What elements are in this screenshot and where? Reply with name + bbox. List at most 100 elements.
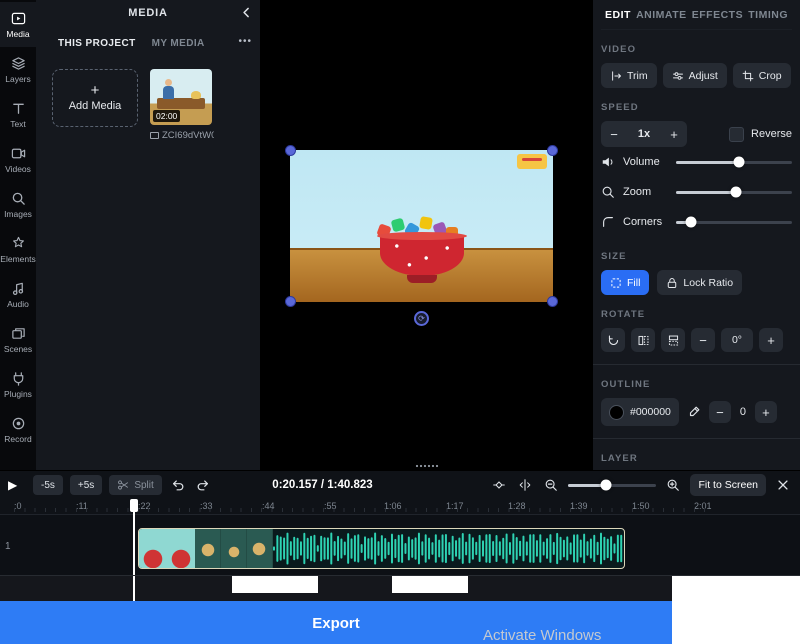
tab-animate[interactable]: ANIMATE bbox=[636, 9, 687, 21]
speed-decrease-button[interactable]: − bbox=[601, 127, 627, 142]
resize-handle-top-right[interactable] bbox=[547, 145, 558, 156]
timeline: ▶ -5s +5s Split 0:20.157 / 1:40.823 Fit … bbox=[0, 470, 800, 575]
add-media-button[interactable]: + Add Media bbox=[52, 69, 138, 127]
flip-vertical-button[interactable] bbox=[661, 328, 685, 352]
size-row: Fill Lock Ratio bbox=[601, 270, 792, 295]
media-item-card[interactable]: 02:00 ZCI69dVtW0E (... bbox=[150, 69, 214, 141]
color-swatch bbox=[609, 405, 624, 420]
clip-waveform bbox=[273, 529, 624, 568]
ruler-label: :0 bbox=[14, 501, 22, 511]
tab-edit[interactable]: EDIT bbox=[605, 9, 631, 21]
play-button[interactable]: ▶ bbox=[8, 478, 26, 492]
bottom-bar: Export Activate Windows bbox=[0, 575, 800, 644]
outline-decrease-button[interactable]: − bbox=[709, 401, 731, 423]
timeline-ruler[interactable]: :0 :11 :22 :33 :44 :55 1:06 1:17 1:28 1:… bbox=[0, 499, 800, 515]
playhead[interactable] bbox=[133, 499, 135, 575]
rotate-angle-value[interactable]: 0° bbox=[721, 328, 753, 352]
ruler-label: :44 bbox=[262, 501, 275, 511]
fit-to-screen-button[interactable]: Fit to Screen bbox=[690, 474, 766, 496]
export-button[interactable]: Export bbox=[0, 601, 672, 644]
lock-ratio-button[interactable]: Lock Ratio bbox=[657, 270, 742, 295]
volume-slider[interactable] bbox=[676, 161, 792, 164]
timeline-track[interactable]: 1 bbox=[0, 515, 800, 575]
reverse-toggle[interactable]: Reverse bbox=[729, 127, 792, 142]
sidebar-item-label: Videos bbox=[5, 164, 31, 174]
media-filename: ZCI69dVtW0E (... bbox=[162, 130, 214, 141]
undo-icon bbox=[171, 478, 185, 492]
outline-color-button[interactable]: #000000 bbox=[601, 398, 679, 426]
media-thumbnail[interactable]: 02:00 bbox=[150, 69, 212, 125]
ruler-label: :33 bbox=[200, 501, 213, 511]
more-options-button[interactable]: ••• bbox=[238, 36, 252, 47]
outline-increase-button[interactable]: + bbox=[755, 401, 777, 423]
tab-effects[interactable]: EFFECTS bbox=[692, 9, 743, 21]
video-clip[interactable] bbox=[138, 528, 625, 569]
sidebar-item-record[interactable]: Record bbox=[0, 407, 36, 452]
sidebar-item-images[interactable]: Images bbox=[0, 182, 36, 227]
sidebar-item-elements[interactable]: Elements bbox=[0, 227, 36, 272]
resize-handle-bottom-left[interactable] bbox=[285, 296, 296, 307]
sidebar-item-audio[interactable]: Audio bbox=[0, 272, 36, 317]
back-5s-button[interactable]: -5s bbox=[33, 475, 63, 495]
corners-slider[interactable] bbox=[676, 221, 792, 224]
sidebar-item-videos[interactable]: Videos bbox=[0, 137, 36, 182]
sidebar-item-plugins[interactable]: Plugins bbox=[0, 362, 36, 407]
close-timeline-button[interactable] bbox=[774, 476, 792, 494]
reverse-checkbox[interactable] bbox=[729, 127, 744, 142]
rotate-handle[interactable]: ⟳ bbox=[414, 311, 429, 326]
trim-button[interactable]: Trim bbox=[601, 63, 657, 88]
sidebar-item-layers[interactable]: Layers bbox=[0, 47, 36, 92]
keyframe-icon-button[interactable] bbox=[490, 476, 508, 494]
ruler-label: :22 bbox=[138, 501, 151, 511]
speaker-icon bbox=[601, 155, 616, 169]
clip-icon bbox=[150, 132, 159, 139]
rotate-90-button[interactable] bbox=[601, 328, 625, 352]
zoom-slider[interactable] bbox=[676, 191, 792, 194]
sidebar-item-scenes[interactable]: Scenes bbox=[0, 317, 36, 362]
panel-resize-handle[interactable] bbox=[415, 464, 439, 468]
zoom-out-button[interactable] bbox=[542, 476, 560, 494]
sidebar-item-text[interactable]: Text bbox=[0, 92, 36, 137]
tool-rail: Media Layers Text Videos Images Elements bbox=[0, 0, 36, 470]
rotate-decrease-button[interactable]: − bbox=[691, 328, 715, 352]
video-watermark-logo bbox=[517, 154, 547, 169]
layers-icon bbox=[11, 56, 26, 71]
sidebar-item-label: Media bbox=[6, 29, 29, 39]
resize-handle-bottom-right[interactable] bbox=[547, 296, 558, 307]
redo-icon bbox=[196, 478, 210, 492]
keyframe-icon bbox=[492, 478, 506, 492]
sidebar-item-label: Layers bbox=[5, 74, 31, 84]
timeline-right-controls: Fit to Screen bbox=[490, 474, 792, 496]
resize-handle-top-left[interactable] bbox=[285, 145, 296, 156]
workspace: Media Layers Text Videos Images Elements bbox=[0, 0, 800, 470]
selected-video-layer[interactable] bbox=[290, 150, 553, 302]
flip-horizontal-button[interactable] bbox=[631, 328, 655, 352]
crop-button[interactable]: Crop bbox=[733, 63, 791, 88]
speed-value: 1x bbox=[627, 128, 661, 140]
corners-row: Corners bbox=[601, 207, 792, 237]
tab-my-media[interactable]: MY MEDIA bbox=[152, 38, 205, 49]
add-media-label: Add Media bbox=[69, 100, 122, 112]
media-panel: MEDIA ••• THIS PROJECT MY MEDIA + Add Me… bbox=[36, 0, 260, 470]
video-editor-app: Media Layers Text Videos Images Elements bbox=[0, 0, 800, 644]
redo-button[interactable] bbox=[194, 476, 212, 494]
expand-clip-icon-button[interactable] bbox=[516, 476, 534, 494]
rotate-increase-button[interactable]: + bbox=[759, 328, 783, 352]
preview-canvas[interactable]: ⟳ bbox=[260, 0, 593, 470]
split-button[interactable]: Split bbox=[109, 475, 161, 495]
fill-button[interactable]: Fill bbox=[601, 270, 649, 295]
timeline-zoom-slider[interactable] bbox=[568, 484, 656, 487]
tab-timing[interactable]: TIMING bbox=[748, 9, 788, 21]
ruler-label: 1:50 bbox=[632, 501, 650, 511]
collapse-panel-button[interactable] bbox=[239, 5, 254, 20]
speed-increase-button[interactable]: + bbox=[661, 127, 687, 142]
thumbnail-art bbox=[165, 79, 172, 86]
adjust-button[interactable]: Adjust bbox=[663, 63, 727, 88]
volume-label: Volume bbox=[623, 156, 669, 168]
undo-button[interactable] bbox=[169, 476, 187, 494]
zoom-in-button[interactable] bbox=[664, 476, 682, 494]
eyedropper-button[interactable] bbox=[685, 403, 703, 421]
tab-this-project[interactable]: THIS PROJECT bbox=[58, 38, 136, 49]
forward-5s-button[interactable]: +5s bbox=[70, 475, 102, 495]
sidebar-item-media[interactable]: Media bbox=[0, 2, 36, 47]
